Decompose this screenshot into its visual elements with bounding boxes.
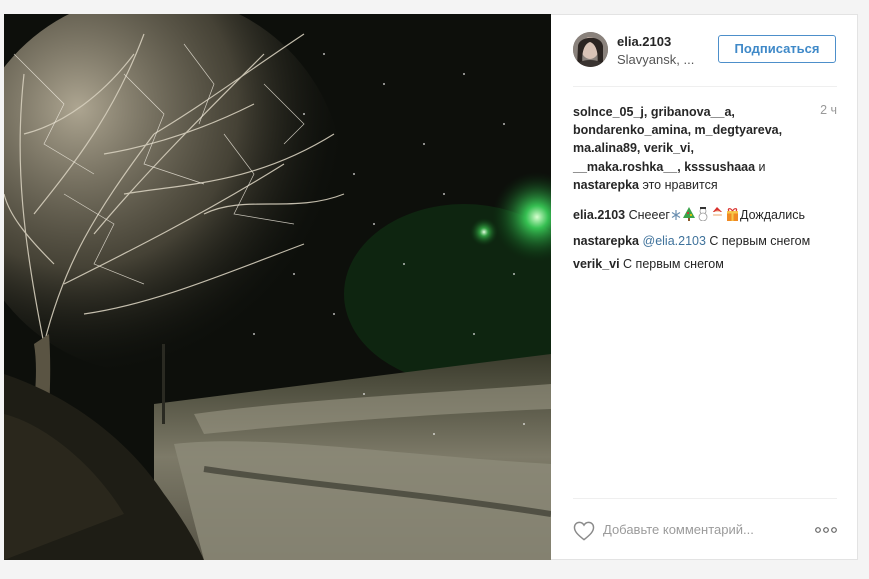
- likes-names-line4[interactable]: __maka.roshka__, ksssushaaa: [573, 160, 755, 174]
- post-username[interactable]: elia.2103: [617, 34, 671, 49]
- comment-text: С первым снегом: [619, 257, 724, 271]
- comment-item: elia.2103 Снееег Дождались: [573, 204, 837, 230]
- comment-text-2: Дождались: [739, 208, 806, 222]
- more-options-icon[interactable]: [815, 521, 837, 537]
- avatar[interactable]: [573, 32, 608, 67]
- post-sidebar: elia.2103 Slavyansk, ... Подписаться sol…: [573, 14, 837, 560]
- post-location[interactable]: Slavyansk, ...: [617, 52, 694, 67]
- post-header: elia.2103 Slavyansk, ... Подписаться: [573, 14, 837, 87]
- comment-username[interactable]: verik_vi: [573, 257, 620, 271]
- santa-icon: [711, 206, 724, 230]
- comment-text: Снееег: [625, 208, 670, 222]
- heart-outline-icon[interactable]: [573, 521, 595, 546]
- likes-names-line1[interactable]: solnce_05_j, gribanova__a,: [573, 105, 735, 119]
- post-photo[interactable]: [4, 14, 551, 560]
- comment-username[interactable]: elia.2103: [573, 208, 625, 222]
- likes-suffix: это нравится: [639, 177, 718, 192]
- comment-text: С первым снегом: [705, 233, 811, 248]
- christmas-tree-icon: [682, 206, 695, 230]
- likes-names-line5[interactable]: nastarepka: [573, 178, 639, 192]
- post-time[interactable]: 2 ч: [820, 103, 837, 117]
- divider: [573, 498, 837, 499]
- comment-item: nastarepka @elia.2103 С первым снегом: [573, 230, 837, 254]
- snowflake-icon: [671, 206, 681, 230]
- snowman-icon: [697, 206, 709, 230]
- likes-list: solnce_05_j, gribanova__a, bondarenko_am…: [573, 103, 808, 194]
- likes-and-word: и: [755, 159, 766, 174]
- comment-item: verik_vi С первым снегом: [573, 253, 837, 277]
- divider: [573, 86, 837, 87]
- likes-names-line2[interactable]: bondarenko_amina, m_degtyareva,: [573, 123, 782, 137]
- follow-button[interactable]: Подписаться: [718, 35, 836, 63]
- comment-mention[interactable]: @elia.2103: [643, 234, 706, 248]
- gift-icon: [726, 206, 739, 230]
- likes-names-line3[interactable]: ma.alina89, verik_vi,: [573, 141, 694, 155]
- add-comment-input[interactable]: Добавьте комментарий...: [603, 522, 754, 537]
- post-footer: Добавьте комментарий...: [573, 512, 837, 548]
- avatar-image: [573, 32, 608, 67]
- comments-list: elia.2103 Снееег Дождались nastarepka @el…: [573, 204, 837, 277]
- snowy-night-photo: [4, 14, 551, 560]
- comment-username[interactable]: nastarepka: [573, 234, 639, 248]
